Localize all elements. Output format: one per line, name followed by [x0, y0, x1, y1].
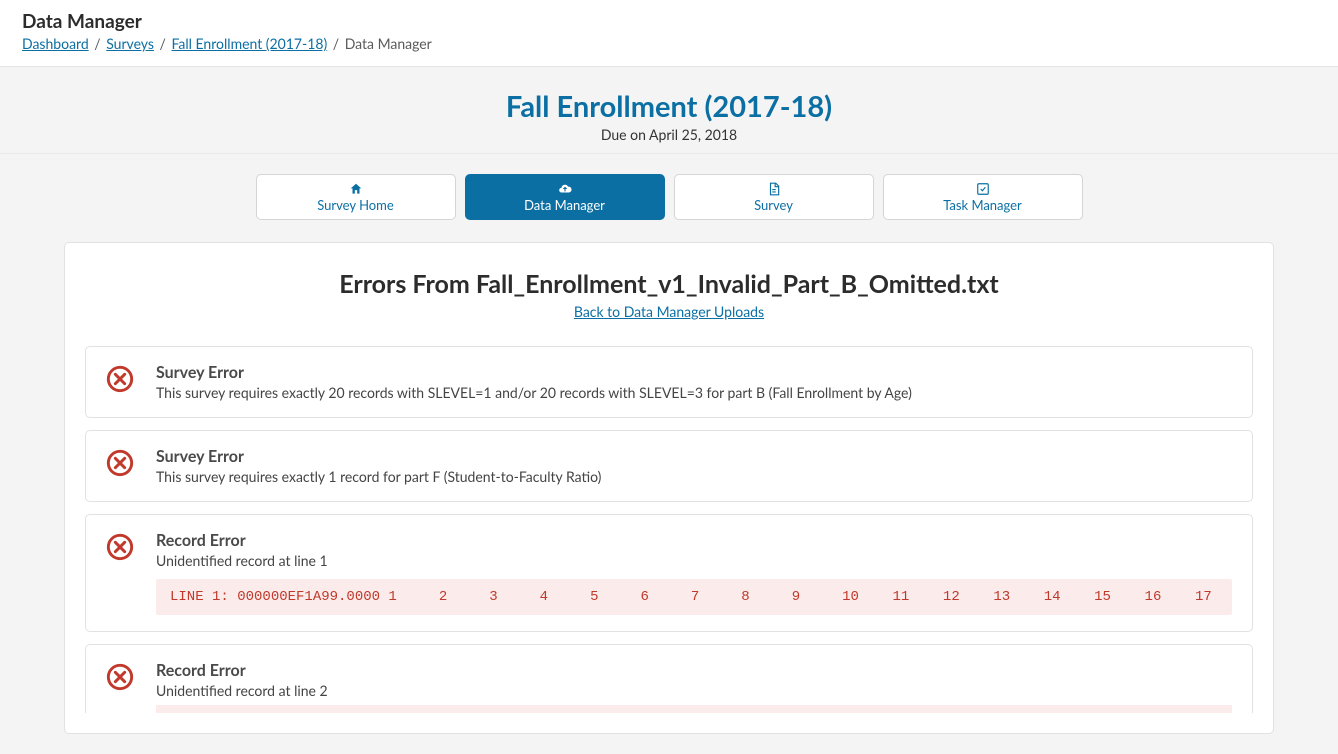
- error-card: Record Error Unidentified record at line…: [85, 514, 1253, 632]
- breadcrumb-dashboard[interactable]: Dashboard: [22, 35, 89, 52]
- error-body: Survey Error This survey requires exactl…: [156, 447, 1232, 485]
- header-bar: Data Manager Dashboard / Surveys / Fall …: [0, 0, 1338, 67]
- content-panel: Errors From Fall_Enrollment_v1_Invalid_P…: [64, 242, 1274, 734]
- check-square-icon: [976, 182, 990, 196]
- error-card: Record Error Unidentified record at line…: [85, 644, 1253, 713]
- error-title: Record Error: [156, 531, 1232, 550]
- error-body: Record Error Unidentified record at line…: [156, 531, 1232, 615]
- error-body: Survey Error This survey requires exactl…: [156, 363, 1232, 401]
- error-card: Survey Error This survey requires exactl…: [85, 430, 1253, 502]
- breadcrumb-sep: /: [89, 35, 107, 52]
- tab-task-manager[interactable]: Task Manager: [883, 174, 1083, 220]
- error-code-block-partial: [156, 705, 1232, 713]
- tab-label: Data Manager: [524, 197, 605, 213]
- cloud-upload-icon: [558, 182, 572, 196]
- error-title: Survey Error: [156, 447, 1232, 466]
- survey-header: Fall Enrollment (2017-18) Due on April 2…: [0, 67, 1338, 154]
- page-title: Data Manager: [22, 10, 1316, 33]
- tab-label: Task Manager: [943, 197, 1022, 213]
- tab-survey-home[interactable]: Survey Home: [256, 174, 456, 220]
- error-icon: [106, 533, 134, 561]
- breadcrumb: Dashboard / Surveys / Fall Enrollment (2…: [22, 35, 1316, 52]
- tab-label: Survey Home: [317, 197, 394, 213]
- error-title: Record Error: [156, 661, 1232, 680]
- back-to-uploads-link[interactable]: Back to Data Manager Uploads: [85, 303, 1253, 320]
- error-message: This survey requires exactly 1 record fo…: [156, 468, 1232, 485]
- tab-survey[interactable]: Survey: [674, 174, 874, 220]
- error-message: This survey requires exactly 20 records …: [156, 384, 1232, 401]
- error-icon: [106, 365, 134, 393]
- breadcrumb-fall-enrollment[interactable]: Fall Enrollment (2017-18): [171, 35, 327, 52]
- error-message: Unidentified record at line 1: [156, 552, 1232, 569]
- error-message: Unidentified record at line 2: [156, 682, 1232, 699]
- breadcrumb-current: Data Manager: [345, 35, 432, 52]
- errors-heading: Errors From Fall_Enrollment_v1_Invalid_P…: [85, 269, 1253, 299]
- breadcrumb-surveys[interactable]: Surveys: [106, 35, 154, 52]
- file-icon: [767, 182, 781, 196]
- tab-data-manager[interactable]: Data Manager: [465, 174, 665, 220]
- home-icon: [349, 182, 363, 196]
- error-body: Record Error Unidentified record at line…: [156, 661, 1232, 713]
- breadcrumb-sep: /: [327, 35, 345, 52]
- survey-due: Due on April 25, 2018: [0, 126, 1338, 143]
- error-icon: [106, 663, 134, 691]
- breadcrumb-sep: /: [154, 35, 172, 52]
- nav-tabs: Survey Home Data Manager Survey Task Man…: [0, 154, 1338, 242]
- error-card: Survey Error This survey requires exactl…: [85, 346, 1253, 418]
- error-title: Survey Error: [156, 363, 1232, 382]
- error-code-block: LINE 1: 000000EF1A99.0000 1 2 3 4 5 6 7 …: [156, 579, 1232, 615]
- error-icon: [106, 449, 134, 477]
- survey-title: Fall Enrollment (2017-18): [0, 89, 1338, 124]
- tab-label: Survey: [754, 197, 793, 213]
